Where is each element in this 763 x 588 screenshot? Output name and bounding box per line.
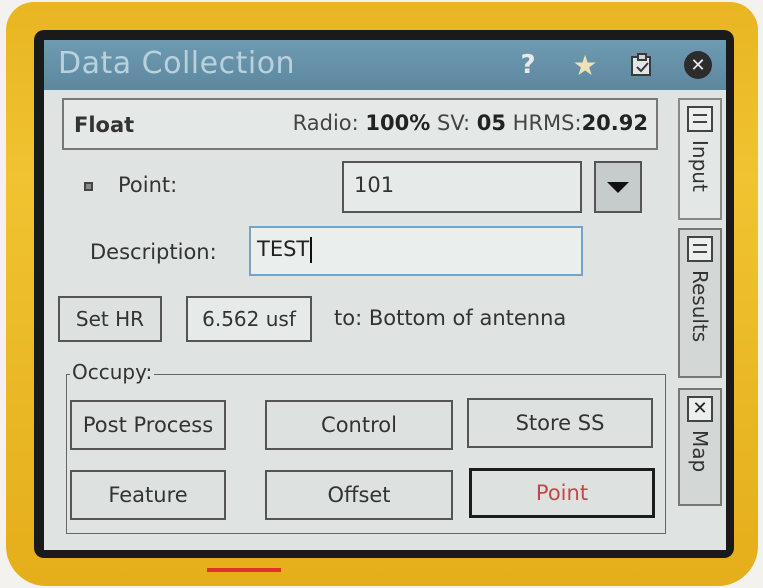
tab-map-label: Map bbox=[688, 430, 712, 473]
app-screen: Data Collection ? ★ ✕ Float Radio: 100% … bbox=[44, 40, 726, 550]
control-button[interactable]: Control bbox=[265, 400, 453, 450]
point-bullet-icon bbox=[84, 182, 93, 191]
offset-button[interactable]: Offset bbox=[265, 470, 453, 520]
hrms-label: HRMS: bbox=[512, 111, 582, 135]
point-dropdown-button[interactable] bbox=[594, 161, 642, 213]
antenna-reference-label: to: Bottom of antenna bbox=[334, 306, 567, 330]
radio-value: 100% bbox=[365, 111, 431, 135]
table-icon bbox=[687, 236, 713, 262]
description-value: TEST bbox=[257, 237, 310, 261]
solution-status: Float bbox=[74, 113, 135, 137]
set-hr-button[interactable]: Set HR bbox=[58, 296, 162, 342]
tab-map[interactable]: ✕ Map bbox=[678, 388, 722, 506]
description-label: Description: bbox=[90, 240, 217, 264]
sv-value: 05 bbox=[476, 111, 506, 135]
point-name-input[interactable]: 101 bbox=[342, 161, 582, 213]
point-button[interactable]: Point bbox=[469, 468, 655, 518]
tab-input[interactable]: Input bbox=[678, 98, 722, 220]
favorites-icon[interactable]: ★ bbox=[569, 49, 601, 82]
set-hr-label: Set HR bbox=[75, 307, 145, 331]
sv-label: SV: bbox=[436, 111, 471, 135]
occupy-label: Occupy: bbox=[70, 360, 155, 384]
window-title: Data Collection bbox=[58, 46, 296, 81]
post-process-button[interactable]: Post Process bbox=[70, 400, 226, 450]
point-label: Point: bbox=[118, 173, 178, 197]
title-bar: Data Collection ? ★ ✕ bbox=[44, 40, 726, 90]
switch-to-icon[interactable] bbox=[626, 49, 658, 81]
feature-button[interactable]: Feature bbox=[70, 470, 226, 520]
antenna-height-value: 6.562 usf bbox=[202, 307, 296, 331]
radio-label: Radio: bbox=[292, 111, 359, 135]
text-caret bbox=[310, 237, 313, 263]
status-metrics: Radio: 100% SV: 05 HRMS:20.92 bbox=[293, 111, 648, 135]
antenna-height-field[interactable]: 6.562 usf bbox=[186, 296, 312, 342]
tab-input-label: Input bbox=[688, 140, 712, 192]
map-icon: ✕ bbox=[687, 396, 713, 422]
form-icon bbox=[687, 106, 713, 132]
help-icon[interactable]: ? bbox=[512, 49, 544, 81]
description-input[interactable]: TEST bbox=[249, 226, 583, 276]
chevron-down-icon bbox=[607, 181, 629, 193]
device-indicator-stripe bbox=[207, 568, 281, 572]
store-ss-button[interactable]: Store SS bbox=[467, 398, 653, 448]
tab-results[interactable]: Results bbox=[678, 228, 722, 378]
close-icon[interactable]: ✕ bbox=[682, 49, 714, 81]
hrms-value: 20.92 bbox=[581, 111, 648, 135]
gnss-status-bar: Float Radio: 100% SV: 05 HRMS:20.92 bbox=[62, 98, 658, 150]
tab-results-label: Results bbox=[688, 270, 712, 343]
